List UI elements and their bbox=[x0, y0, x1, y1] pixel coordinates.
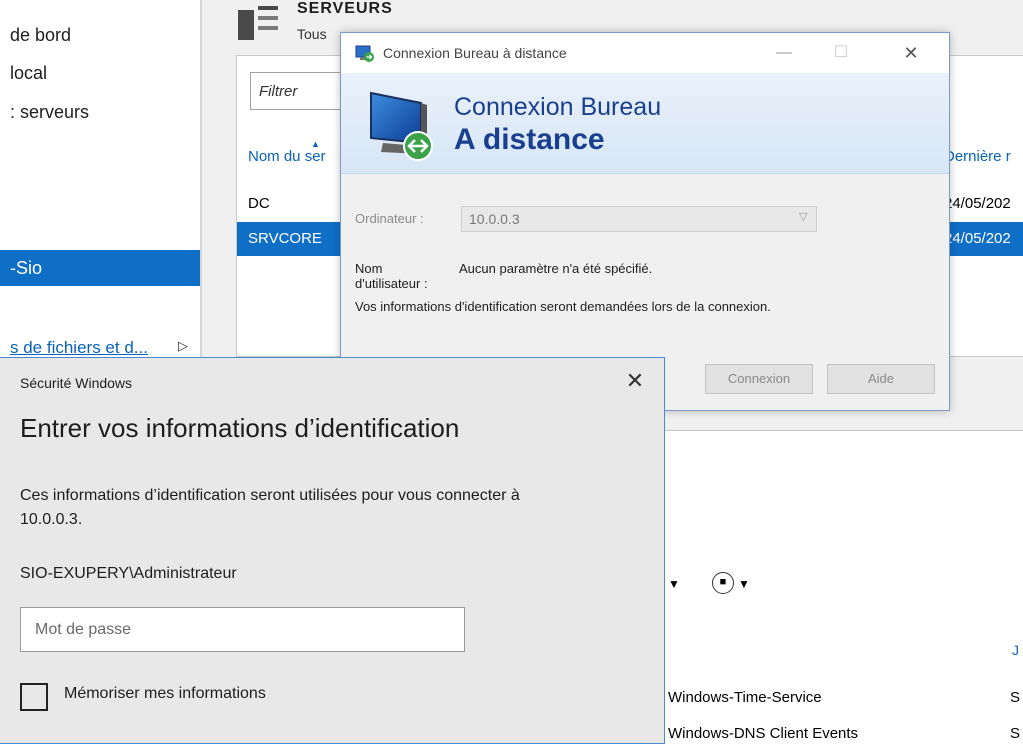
remote-desktop-icon bbox=[355, 45, 374, 62]
connect-button[interactable]: Connexion bbox=[705, 364, 813, 394]
servers-icon bbox=[238, 6, 278, 40]
computer-combobox[interactable]: 10.0.0.3 bbox=[461, 206, 817, 232]
computer-label: Ordinateur : bbox=[355, 211, 424, 226]
ws-username: SIO-EXUPERY\Administrateur bbox=[20, 565, 237, 582]
column-header-events[interactable]: J bbox=[1012, 642, 1019, 658]
column-header-last-update[interactable]: Dernière r bbox=[944, 148, 1011, 165]
save-dropdown-arrow-icon[interactable]: ▼ bbox=[738, 577, 750, 591]
sidebar-item-dashboard[interactable]: de bord bbox=[0, 17, 200, 53]
close-icon[interactable]: ✕ bbox=[620, 366, 650, 396]
rdc-window: Connexion Bureau à distance — ☐ ✕ Connex… bbox=[340, 32, 950, 411]
dropdown-arrow-icon[interactable]: ▼ bbox=[668, 577, 680, 591]
ws-description: Ces informations d’identification seront… bbox=[20, 487, 520, 528]
save-icon[interactable]: ■ bbox=[712, 572, 734, 594]
table-row-name[interactable]: DC bbox=[248, 195, 270, 212]
expand-arrow-icon[interactable]: ▷ bbox=[178, 338, 188, 354]
ws-heading: Entrer vos informations d’identification bbox=[20, 413, 460, 443]
rdc-banner-title: Connexion Bureau bbox=[454, 93, 662, 121]
filter-input[interactable]: Filtrer bbox=[250, 72, 345, 110]
list-item[interactable]: Windows-DNS Client Events bbox=[668, 725, 858, 742]
minimize-icon[interactable]: — bbox=[764, 39, 804, 67]
list-item[interactable]: Windows-Time-Service bbox=[668, 689, 822, 706]
rdc-banner-subtitle: A distance bbox=[454, 123, 605, 156]
help-button[interactable]: Aide bbox=[827, 364, 935, 394]
windows-security-dialog: Sécurité Windows ✕ Entrer vos informatio… bbox=[0, 357, 665, 744]
servers-title: SERVEURS bbox=[297, 0, 393, 17]
table-row-date: 24/05/202 bbox=[944, 195, 1011, 212]
list-item-level: S bbox=[1010, 689, 1021, 706]
table-row-date: 24/05/202 bbox=[944, 230, 1011, 247]
rdc-window-title: Connexion Bureau à distance bbox=[383, 45, 567, 61]
sidebar-item-sio-group[interactable]: -Sio bbox=[0, 250, 200, 286]
list-item-level: S bbox=[1010, 725, 1021, 742]
remember-checkbox[interactable] bbox=[20, 683, 48, 711]
servers-subtitle: Tous bbox=[297, 26, 327, 42]
credentials-info: Vos informations d'identification seront… bbox=[355, 299, 771, 314]
table-row-name[interactable]: SRVCORE bbox=[248, 230, 322, 247]
sidebar-item-all-servers[interactable]: : serveurs bbox=[0, 94, 200, 130]
column-header-name[interactable]: Nom du ser bbox=[248, 148, 326, 165]
remember-label[interactable]: Mémoriser mes informations bbox=[64, 685, 266, 703]
username-label: Nom d'utilisateur : bbox=[355, 261, 428, 291]
chevron-down-icon[interactable]: ▽ bbox=[799, 210, 807, 223]
rdc-logo-icon bbox=[370, 91, 433, 161]
password-input[interactable] bbox=[20, 607, 465, 652]
close-icon[interactable]: ✕ bbox=[891, 39, 931, 67]
ws-dialog-title: Sécurité Windows bbox=[20, 375, 133, 391]
sidebar-item-local-server[interactable]: local bbox=[0, 55, 200, 91]
username-value: Aucun paramètre n'a été spécifié. bbox=[459, 261, 653, 276]
maximize-icon[interactable]: ☐ bbox=[821, 39, 861, 67]
